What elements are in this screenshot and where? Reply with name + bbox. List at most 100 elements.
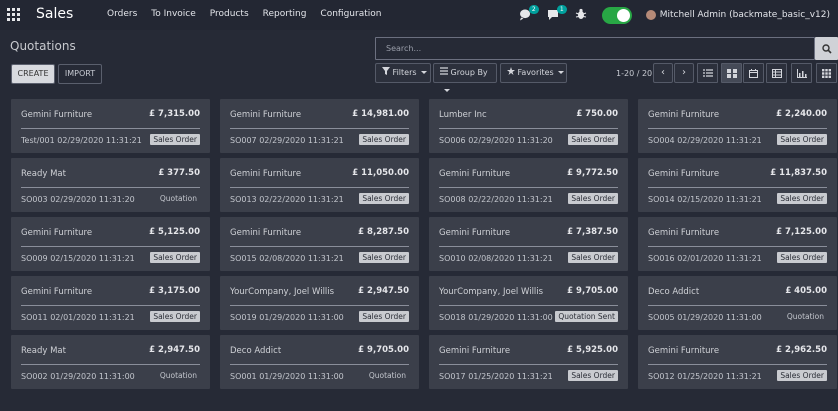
chat-icon[interactable]: 2: [518, 5, 539, 22]
user-menu[interactable]: Mitchell Admin (backmate_basic_v12): [660, 10, 830, 20]
kanban-card[interactable]: Gemini Furniture £ 2,962.50 SO012 01/25/20…: [638, 335, 837, 389]
card-reference: SO005 01/29/2020 11:31:00: [648, 313, 762, 322]
card-amount: £ 2,947.50: [149, 345, 200, 355]
search-box: [375, 37, 815, 60]
menu-item-reporting[interactable]: Reporting: [263, 9, 307, 19]
card-status-badge: Sales Order: [359, 311, 409, 322]
card-amount: £ 2,962.50: [776, 345, 827, 355]
card-status-badge: Sales Order: [359, 193, 409, 204]
list-view-button[interactable]: [697, 63, 718, 83]
card-customer: Ready Mat: [21, 169, 66, 179]
card-reference: SO004 02/29/2020 11:31:21: [648, 136, 762, 145]
card-customer: Deco Addict: [648, 287, 700, 297]
kanban-card[interactable]: Gemini Furniture £ 5,125.00 SO009 02/15/20…: [11, 217, 210, 271]
main-menu: Orders To Invoice Products Reporting Con…: [107, 9, 395, 19]
search-input[interactable]: [376, 38, 814, 59]
kanban-card[interactable]: Gemini Furniture £ 5,925.00 SO017 01/25/20…: [429, 335, 628, 389]
pager-previous-button[interactable]: ‹: [653, 63, 673, 83]
card-customer: Gemini Furniture: [648, 169, 720, 179]
page-title: Quotations: [10, 39, 76, 53]
avatar[interactable]: [645, 10, 656, 20]
dark-mode-toggle[interactable]: [601, 6, 632, 24]
kanban-card[interactable]: Gemini Furniture £ 8,287.50 SO015 02/08/20…: [220, 217, 419, 271]
kanban-card[interactable]: YourCompany, Joel Willis £ 9,705.00 SO018 …: [429, 276, 628, 330]
card-status-badge: Sales Order: [568, 370, 618, 381]
card-reference: SO018 01/29/2020 11:31:00: [439, 313, 553, 322]
card-amount: £ 405.00: [785, 286, 827, 296]
favorites-button[interactable]: Favorites: [500, 63, 567, 83]
card-customer: Gemini Furniture: [648, 110, 720, 120]
card-amount: £ 750.00: [576, 109, 618, 119]
kanban-card[interactable]: Deco Addict £ 9,705.00 SO001 01/29/2020 11…: [220, 335, 419, 389]
card-customer: Gemini Furniture: [439, 228, 511, 238]
kanban-card[interactable]: Gemini Furniture £ 9,772.50 SO008 02/22/20…: [429, 158, 628, 212]
card-reference: SO012 01/25/2020 11:31:21: [648, 372, 762, 381]
kanban-card[interactable]: Gemini Furniture £ 11,837.50 SO014 02/15/2…: [638, 158, 837, 212]
card-status-badge: Quotation: [159, 194, 197, 203]
filters-button[interactable]: Filters: [375, 63, 431, 83]
card-reference: SO014 02/15/2020 11:31:21: [648, 195, 762, 204]
app-title[interactable]: Sales: [36, 6, 73, 22]
kanban-card[interactable]: YourCompany, Joel Willis £ 2,947.50 SO019 …: [220, 276, 419, 330]
create-button[interactable]: CREATE: [11, 64, 55, 84]
card-reference: Test/001 02/29/2020 11:31:21: [21, 136, 142, 145]
card-customer: Gemini Furniture: [230, 228, 302, 238]
apps-menu-icon[interactable]: [7, 8, 20, 21]
card-customer: Gemini Furniture: [439, 346, 511, 356]
activity-view-button[interactable]: [816, 63, 837, 83]
menu-item-orders[interactable]: Orders: [107, 9, 137, 19]
card-reference: SO013 02/22/2020 11:31:21: [230, 195, 344, 204]
activity-icon[interactable]: 1: [546, 5, 567, 22]
kanban-card[interactable]: Gemini Furniture £ 7,387.50 SO010 02/08/20…: [429, 217, 628, 271]
card-customer: YourCompany, Joel Willis: [230, 287, 335, 297]
table-icon: [771, 68, 782, 78]
card-amount: £ 3,175.00: [149, 286, 200, 296]
card-reference: SO019 01/29/2020 11:31:00: [230, 313, 344, 322]
kanban-card[interactable]: Gemini Furniture £ 3,175.00 SO011 02/01/20…: [11, 276, 210, 330]
pager-next-button[interactable]: ›: [674, 63, 694, 83]
card-amount: £ 2,947.50: [358, 286, 409, 296]
card-reference: SO017 01/25/2020 11:31:21: [439, 372, 553, 381]
card-status-badge: Quotation: [159, 371, 197, 380]
search-button[interactable]: [815, 37, 838, 60]
group-by-button[interactable]: Group By: [433, 63, 497, 92]
card-amount: £ 7,387.50: [567, 227, 618, 237]
card-amount: £ 9,705.00: [358, 345, 409, 355]
menu-item-configuration[interactable]: Configuration: [320, 9, 381, 19]
card-reference: SO011 02/01/2020 11:31:21: [21, 313, 135, 322]
favorites-label: Favorites: [517, 68, 554, 77]
card-status-badge: Sales Order: [150, 252, 200, 263]
kanban-card[interactable]: Gemini Furniture £ 7,315.00 Test/001 02/29…: [11, 99, 210, 153]
card-status-badge: Sales Order: [568, 193, 618, 204]
card-reference: SO009 02/15/2020 11:31:21: [21, 254, 135, 263]
kanban-card[interactable]: Gemini Furniture £ 7,125.00 SO016 02/01/20…: [638, 217, 837, 271]
kanban-card[interactable]: Gemini Furniture £ 14,981.00 SO007 02/29/2…: [220, 99, 419, 153]
card-reference: SO001 01/29/2020 11:31:00: [230, 372, 344, 381]
card-status-badge: Sales Order: [359, 252, 409, 263]
kanban-view-icon: [726, 68, 737, 78]
card-amount: £ 9,705.00: [567, 286, 618, 296]
kanban-card[interactable]: Gemini Furniture £ 11,050.00 SO013 02/22/2…: [220, 158, 419, 212]
card-status-badge: Quotation: [786, 312, 824, 321]
activity-count-badge: 1: [556, 5, 567, 14]
import-button[interactable]: IMPORT: [58, 64, 102, 84]
kanban-view-button[interactable]: [721, 63, 742, 83]
kanban-card[interactable]: Ready Mat £ 377.50 SO003 02/29/2020 11:31:…: [11, 158, 210, 212]
pivot-view-button[interactable]: [766, 63, 787, 83]
kanban-card[interactable]: Ready Mat £ 2,947.50 SO002 01/29/2020 11:3…: [11, 335, 210, 389]
kanban-card[interactable]: Gemini Furniture £ 2,240.00 SO004 02/29/20…: [638, 99, 837, 153]
calendar-view-button[interactable]: [743, 63, 764, 83]
pager-value[interactable]: 1-20 / 20: [616, 69, 652, 78]
graph-view-button[interactable]: [791, 63, 812, 83]
card-amount: £ 9,772.50: [567, 168, 618, 178]
kanban-card[interactable]: Deco Addict £ 405.00 SO005 01/29/2020 11:3…: [638, 276, 837, 330]
menu-item-products[interactable]: Products: [210, 9, 249, 19]
menu-item-to-invoice[interactable]: To Invoice: [151, 9, 196, 19]
card-amount: £ 7,125.00: [776, 227, 827, 237]
card-customer: Gemini Furniture: [648, 346, 720, 356]
card-customer: Gemini Furniture: [21, 228, 93, 238]
card-amount: £ 377.50: [158, 168, 200, 178]
card-reference: SO016 02/01/2020 11:31:21: [648, 254, 762, 263]
kanban-card[interactable]: Lumber Inc £ 750.00 SO006 02/29/2020 11:31…: [429, 99, 628, 153]
bug-icon[interactable]: [574, 8, 588, 22]
